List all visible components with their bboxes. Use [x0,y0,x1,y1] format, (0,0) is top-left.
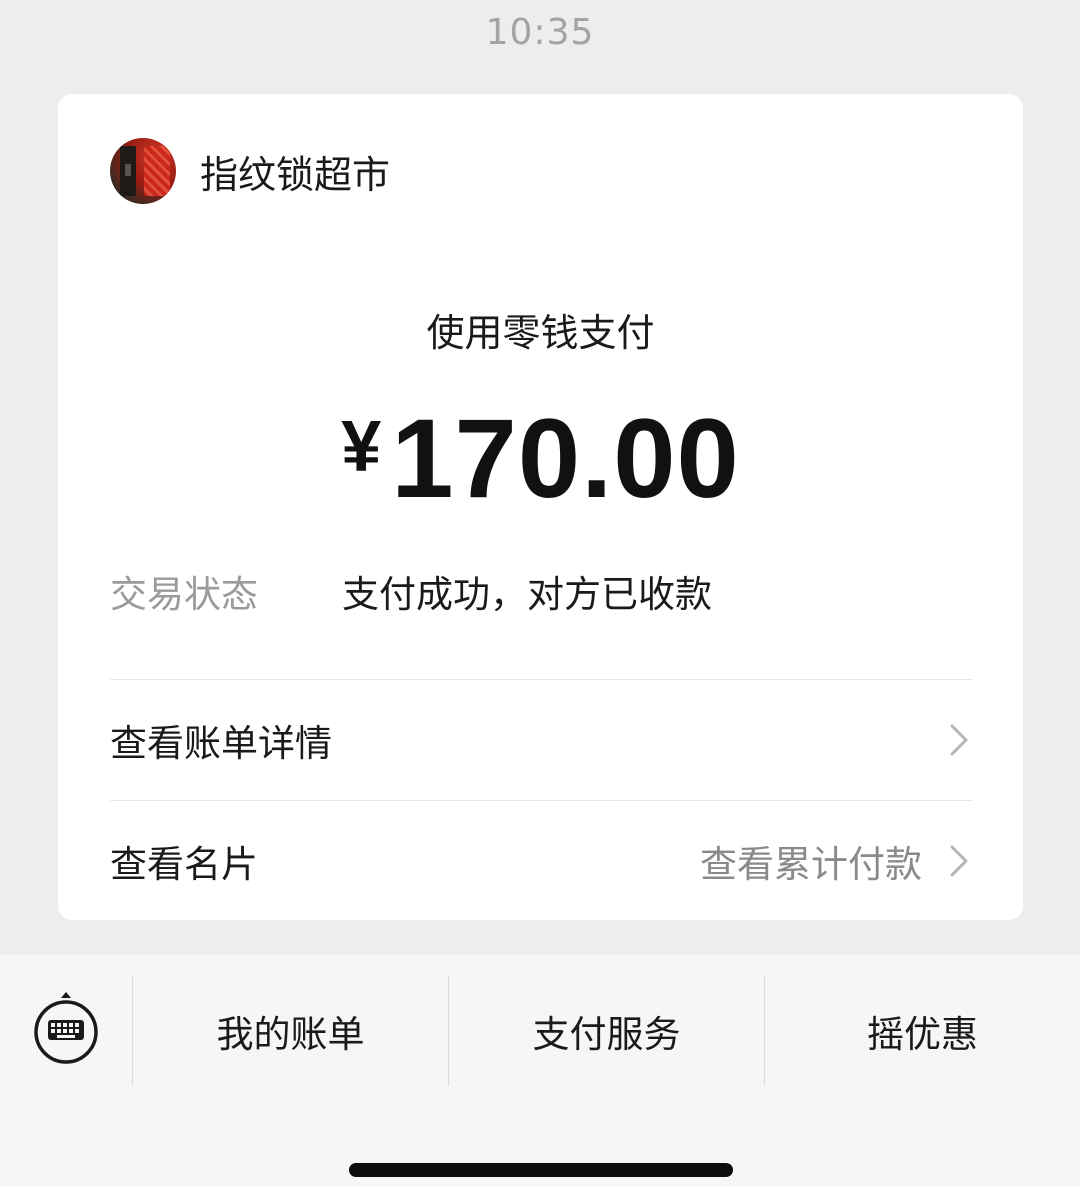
menu-my-bills[interactable]: 我的账单 [133,976,448,1086]
bill-details-label: 查看账单详情 [110,722,332,765]
currency-symbol: ¥ [341,407,382,487]
merchant-name[interactable]: 指纹锁超市 [200,144,390,199]
menu-shake-offers[interactable]: 摇优惠 [765,976,1080,1086]
chevron-right-icon [950,724,968,756]
payment-card: 指纹锁超市 使用零钱支付 ¥170.00 交易状态 支付成功，对方已收款 查看账… [58,94,1023,920]
business-card-row[interactable]: 查看名片 查看累计付款 [110,801,972,921]
keyboard-icon[interactable] [30,992,102,1064]
menu-payment-services[interactable]: 支付服务 [449,976,764,1086]
amount-value: 170.00 [391,396,740,521]
status-bar-time: 10:35 [485,12,595,53]
cumulative-payment-link[interactable]: 查看累计付款 [700,834,922,888]
merchant-header[interactable]: 指纹锁超市 [110,138,390,204]
merchant-avatar[interactable] [110,138,176,204]
transaction-status-row: 交易状态 支付成功，对方已收款 [110,566,712,616]
payment-amount: ¥170.00 [58,394,1023,523]
bottom-menu-bar: 我的账单 支付服务 摇优惠 [0,954,1080,1186]
status-label: 交易状态 [110,573,258,616]
bill-details-row[interactable]: 查看账单详情 [110,680,972,800]
avatar-pattern-shape [144,146,170,196]
status-value: 支付成功，对方已收款 [342,573,712,616]
payment-method: 使用零钱支付 [426,311,655,355]
bill-details-right [946,720,972,760]
chevron-right-icon [950,845,968,877]
avatar-door-shape [120,146,136,196]
business-card-label: 查看名片 [110,843,258,886]
home-indicator[interactable] [349,1163,733,1177]
business-card-right: 查看累计付款 [700,834,972,888]
